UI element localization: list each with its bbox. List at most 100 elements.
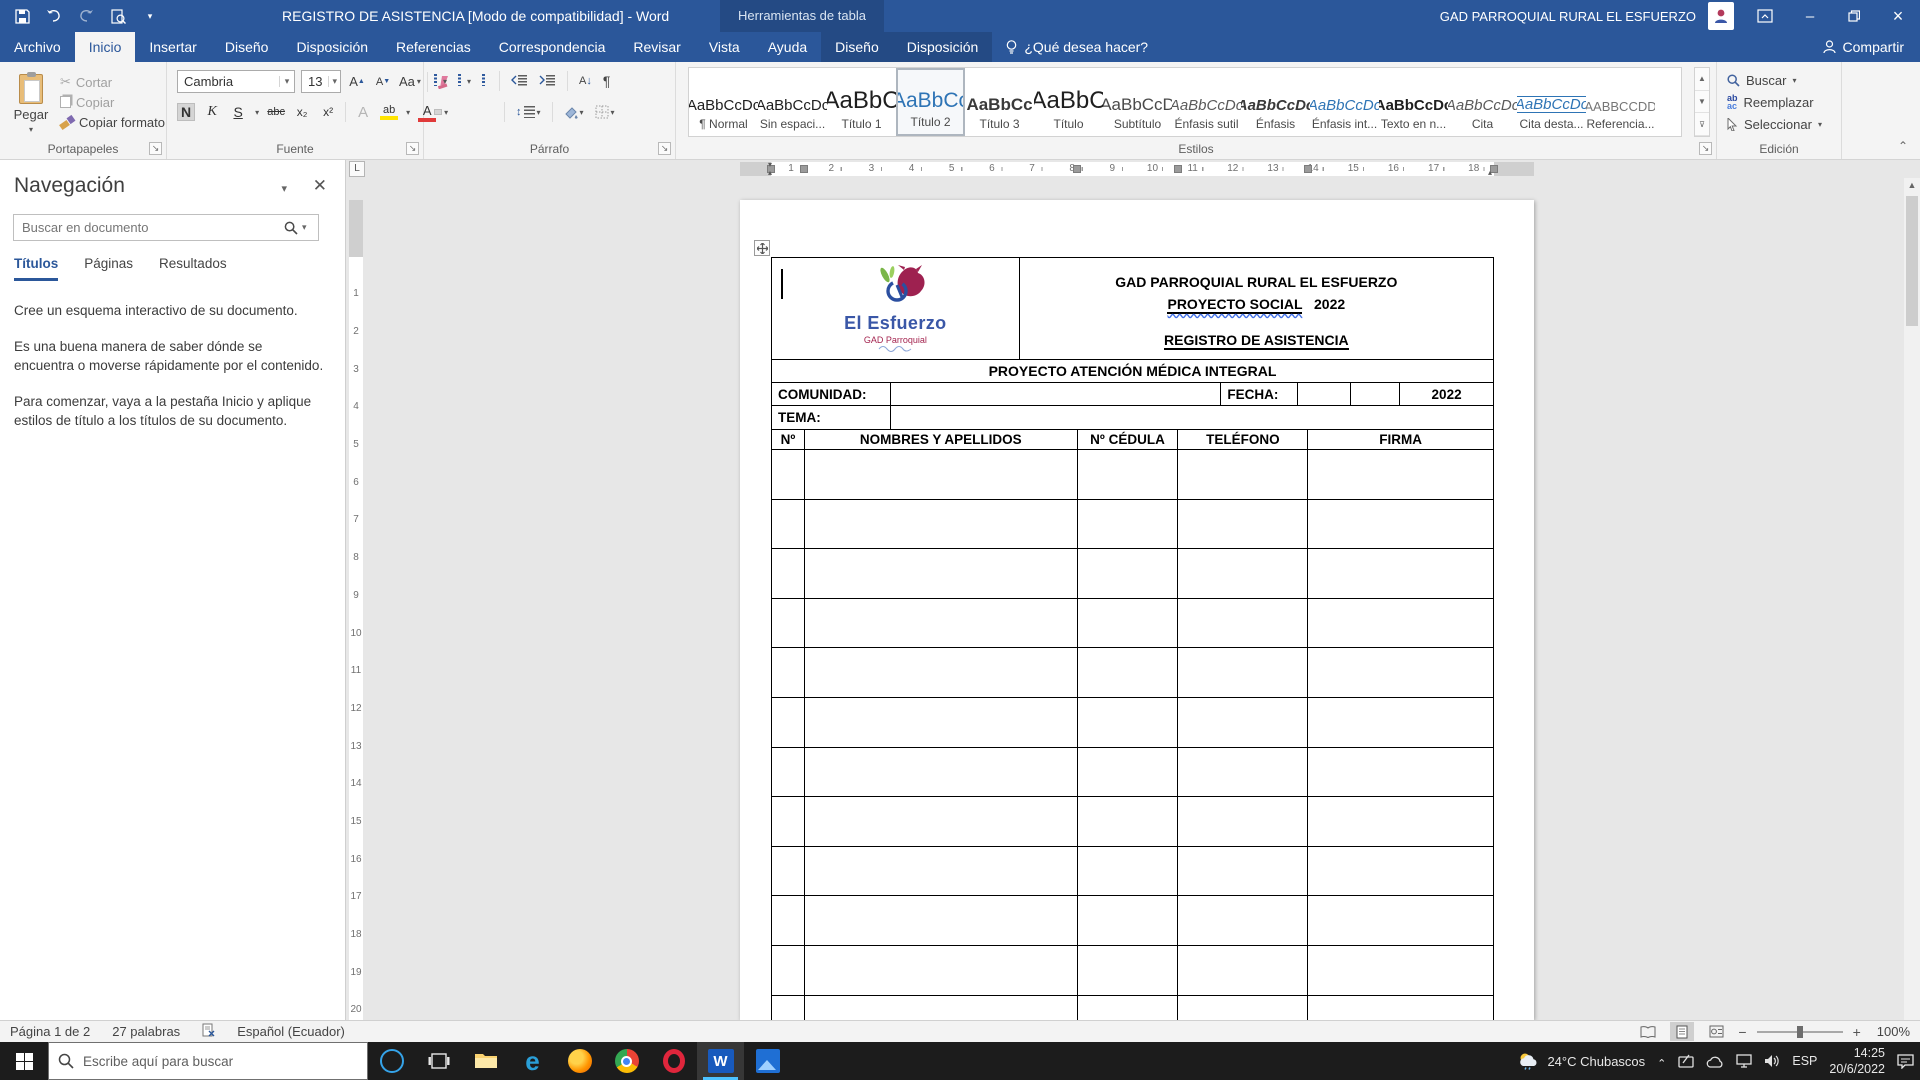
style-referencia[interactable]: AABBCCDDReferencia... [1586,68,1655,136]
grow-font-button[interactable]: A▲ [347,71,367,93]
style-normal[interactable]: AaBbCcDc¶ Normal [689,68,758,136]
style-enfasis[interactable]: AaBbCcDcÉnfasis [1241,68,1310,136]
tab-ayuda[interactable]: Ayuda [754,32,821,62]
customize-qat-icon[interactable]: ▾ [136,3,164,29]
cut-button[interactable]: ✂ Cortar [60,72,112,92]
topic-label-cell[interactable]: TEMA: [772,406,891,430]
nav-tab-paginas[interactable]: Páginas [84,256,133,281]
style-titulo-1[interactable]: AaBbCTítulo 1 [827,68,896,136]
header-cell[interactable]: GAD PARROQUIAL RURAL EL ESFUERZO PROYECT… [1020,258,1494,360]
save-icon[interactable] [8,3,36,29]
font-size-combo[interactable]: 13 ▾ [301,70,341,93]
multilevel-list-button[interactable] [482,74,488,89]
style-enfasis-intenso[interactable]: AaBbCcDcÉnfasis int... [1310,68,1379,136]
word-taskbar-icon[interactable]: W [697,1042,744,1080]
account-name[interactable]: GAD PARROQUIAL RURAL EL ESFUERZO [1440,9,1696,24]
zoom-slider[interactable] [1757,1031,1843,1033]
justify-button[interactable] [487,110,493,114]
select-dropdown-arrow[interactable]: ▾ [1818,120,1822,129]
redo-icon[interactable] [72,3,100,29]
start-button[interactable] [0,1042,48,1080]
navigation-options-arrow[interactable]: ▾ [281,182,287,195]
scroll-up-arrow[interactable]: ▲ [1904,180,1920,190]
read-mode-icon[interactable] [1636,1022,1660,1041]
tab-revisar[interactable]: Revisar [619,32,694,62]
sort-button[interactable]: A↓ [579,75,592,87]
styles-dialog-launcher[interactable]: ↘ [1699,142,1712,155]
keyboard-language[interactable]: ESP [1792,1054,1817,1068]
document-area[interactable]: El Esfuerzo GAD Parroquial GAD PARROQUIA… [367,178,1904,1020]
increase-indent-icon[interactable] [539,74,556,89]
bullet-list-button[interactable] [434,74,440,89]
community-value-cell[interactable] [891,383,1222,406]
date-month-cell[interactable] [1351,383,1400,406]
borders-button[interactable]: ▾ [595,105,615,119]
zoom-in-button[interactable]: + [1853,1024,1861,1040]
ribbon-display-options-icon[interactable] [1748,0,1782,32]
shading-button[interactable]: ▾ [564,106,584,119]
tab-table-diseno[interactable]: Diseño [821,32,893,62]
align-left-button[interactable] [434,109,442,115]
action-center-icon[interactable] [1897,1054,1914,1069]
find-dropdown-arrow[interactable]: ▾ [1792,76,1796,85]
font-family-combo[interactable]: Cambria ▾ [177,70,295,93]
col-header-numero[interactable]: Nº [772,430,805,450]
col-header-telefono[interactable]: TELÉFONO [1178,430,1308,450]
underline-dropdown-arrow[interactable]: ▾ [255,108,259,117]
style-sin-espaciado[interactable]: AaBbCcDcSin espaci... [758,68,827,136]
change-case-button[interactable]: Aa▾ [399,71,421,93]
photos-icon[interactable] [744,1042,791,1080]
project-banner-cell[interactable]: PROYECTO ATENCIÓN MÉDICA INTEGRAL [772,360,1494,383]
date-year-cell[interactable]: 2022 [1400,383,1494,406]
close-button[interactable]: × [1876,0,1920,32]
task-view-icon[interactable] [415,1042,462,1080]
tray-volume-icon[interactable] [1764,1054,1780,1068]
styles-scroll-up[interactable]: ▲ [1695,68,1709,91]
page-indicator[interactable]: Página 1 de 2 [10,1024,90,1039]
col-header-firma[interactable]: FIRMA [1308,430,1494,450]
zoom-level[interactable]: 100% [1877,1024,1910,1039]
navigation-search-input[interactable] [14,220,284,235]
superscript-button[interactable]: x² [319,105,337,119]
style-subtitulo[interactable]: AaBbCcDSubtítulo [1103,68,1172,136]
logo-cell[interactable]: El Esfuerzo GAD Parroquial [772,258,1020,360]
col-header-cedula[interactable]: Nº CÉDULA [1078,430,1179,450]
tab-disposicion[interactable]: Disposición [282,32,382,62]
underline-button[interactable]: S [229,104,247,120]
italic-button[interactable]: K [203,104,221,120]
print-layout-icon[interactable] [1670,1022,1694,1041]
replace-button[interactable]: abac Reemplazar [1727,92,1814,112]
document-scrollbar[interactable]: ▲ [1904,178,1920,1020]
tray-pen-icon[interactable] [1678,1054,1694,1069]
tell-me-box[interactable]: ¿Qué desea hacer? [992,32,1162,62]
restore-button[interactable] [1832,0,1876,32]
decrease-indent-icon[interactable] [511,74,528,89]
table-column-marker[interactable] [1073,165,1081,173]
language-indicator[interactable]: Español (Ecuador) [237,1024,345,1039]
vertical-ruler[interactable]: L 1234567891011121314151617181920 [346,160,367,1020]
style-titulo[interactable]: AaBbCTítulo [1034,68,1103,136]
paste-button[interactable]: Pegar ▾ [8,70,54,146]
paste-dropdown-arrow[interactable]: ▾ [29,125,33,134]
collapse-ribbon-icon[interactable]: ⌃ [1898,139,1908,153]
topic-value-cell[interactable] [891,406,1494,430]
select-button[interactable]: Seleccionar ▾ [1727,114,1822,134]
subscript-button[interactable]: x₂ [293,105,311,119]
document-page[interactable]: El Esfuerzo GAD Parroquial GAD PARROQUIA… [740,200,1534,1020]
file-explorer-icon[interactable] [462,1042,509,1080]
date-day-cell[interactable] [1298,383,1351,406]
tab-correspondencia[interactable]: Correspondencia [485,32,620,62]
styles-more-button[interactable]: ⊽ [1695,113,1709,136]
strikethrough-button[interactable]: abc [267,106,285,118]
tray-cloud-icon[interactable] [1706,1055,1724,1068]
nav-tab-resultados[interactable]: Resultados [159,256,227,281]
tab-insertar[interactable]: Insertar [135,32,210,62]
font-size-dropdown-arrow[interactable]: ▾ [328,76,340,87]
numbered-list-arrow[interactable]: ▾ [467,77,471,86]
align-right-button[interactable] [470,110,476,114]
weather-widget[interactable]: 24°C Chubascos [1518,1052,1645,1070]
table-column-marker[interactable] [1304,165,1312,173]
zoom-slider-thumb[interactable] [1797,1026,1803,1038]
paragraph-dialog-launcher[interactable]: ↘ [658,142,671,155]
styles-scroll-down[interactable]: ▼ [1695,91,1709,114]
